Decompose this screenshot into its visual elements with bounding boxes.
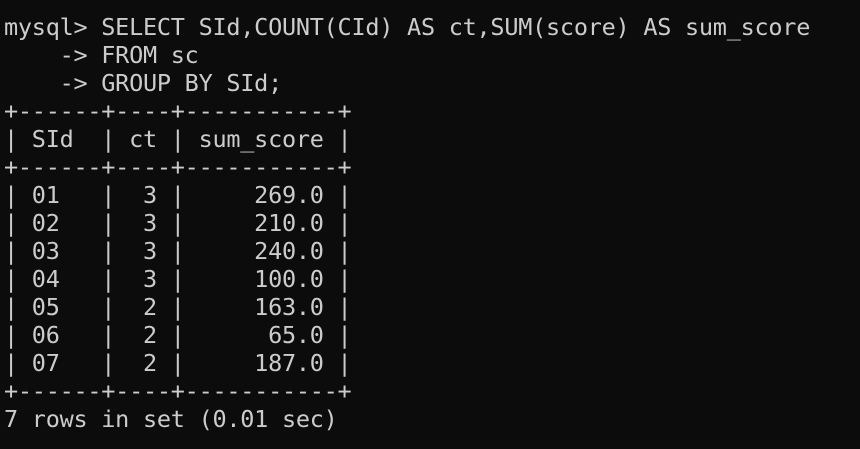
table-border-bottom: +------+----+-----------+ (4, 377, 352, 405)
table-header-row: | SId | ct | sum_score | (4, 125, 352, 153)
sql-continuation-line: -> GROUP BY SId; (4, 69, 283, 97)
terminal-window[interactable]: mysql> SELECT SId,COUNT(CId) AS ct,SUM(s… (0, 0, 860, 449)
table-row: | 06 | 2 | 65.0 | (4, 321, 352, 349)
table-row: | 02 | 3 | 210.0 | (4, 209, 352, 237)
table-border-top: +------+----+-----------+ (4, 97, 352, 125)
table-border-header: +------+----+-----------+ (4, 153, 352, 181)
table-row: | 07 | 2 | 187.0 | (4, 349, 352, 377)
table-row: | 03 | 3 | 240.0 | (4, 237, 352, 265)
sql-continuation-line: -> FROM sc (4, 41, 199, 69)
table-row: | 04 | 3 | 100.0 | (4, 265, 352, 293)
result-summary: 7 rows in set (0.01 sec) (4, 405, 338, 433)
table-row: | 05 | 2 | 163.0 | (4, 293, 352, 321)
sql-prompt-line: mysql> SELECT SId,COUNT(CId) AS ct,SUM(s… (4, 13, 811, 41)
table-row: | 01 | 3 | 269.0 | (4, 181, 352, 209)
